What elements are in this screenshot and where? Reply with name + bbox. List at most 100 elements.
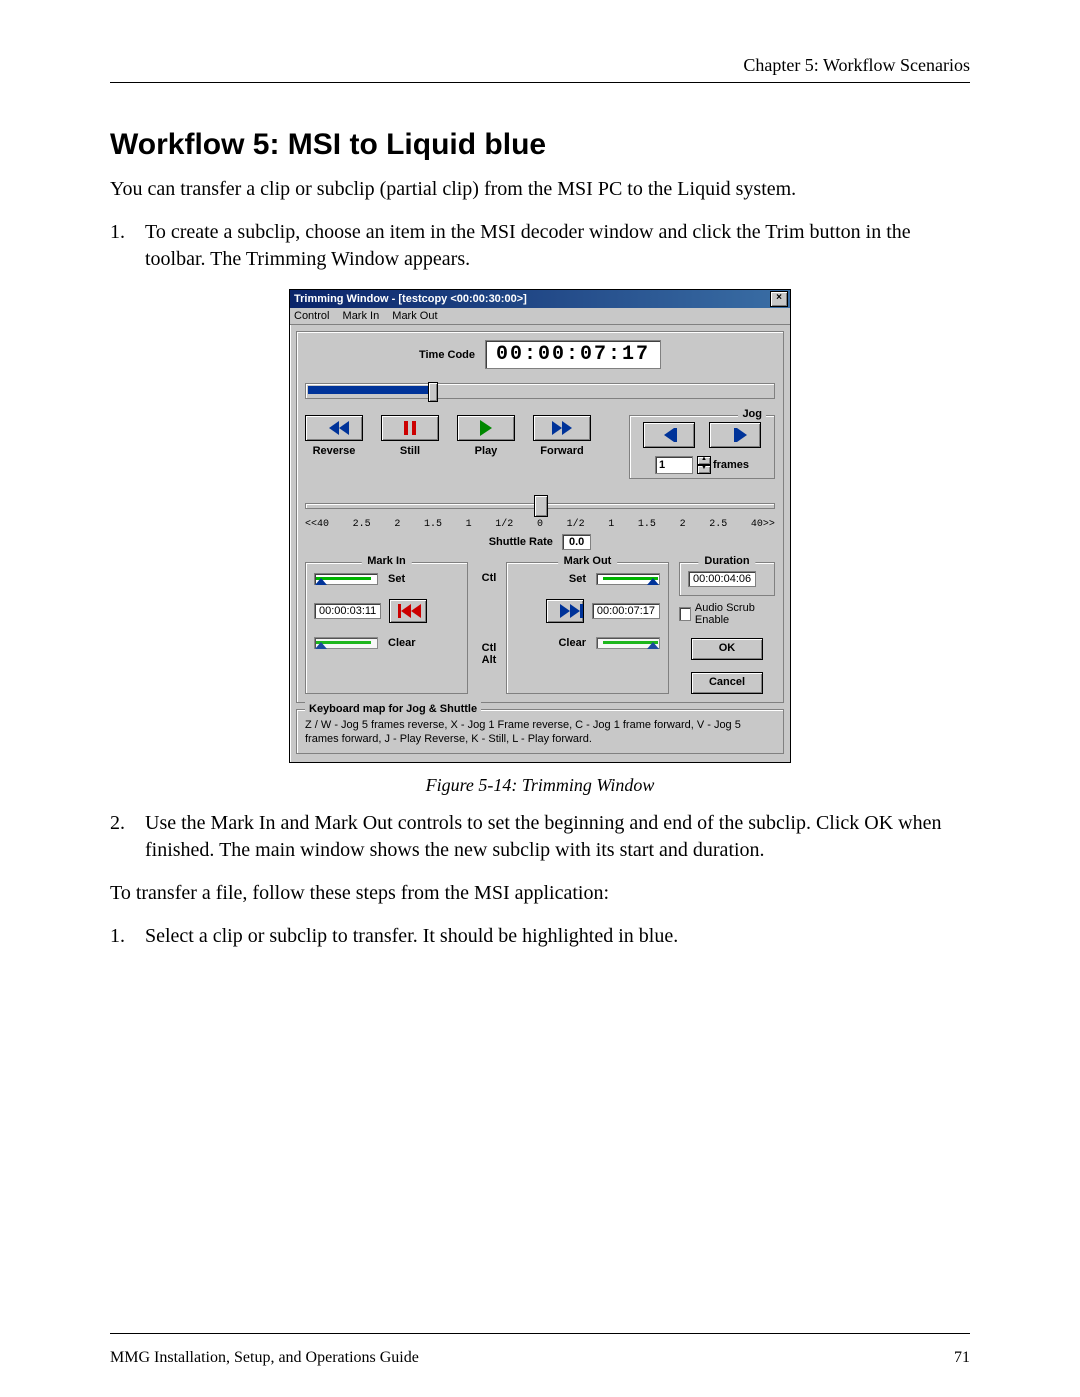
tick: <<40 — [305, 519, 329, 530]
reverse-label: Reverse — [313, 445, 356, 457]
keyboard-map-section: Keyboard map for Jog & Shuttle Z / W - J… — [296, 709, 784, 754]
keyboard-map-text: Z / W - Jog 5 frames reverse, X - Jog 1 … — [305, 718, 775, 747]
mark-out-clear-bar — [596, 637, 660, 649]
shuttle-rate-value: 0.0 — [562, 534, 591, 550]
menu-control[interactable]: Control — [294, 310, 329, 322]
position-thumb-icon[interactable] — [428, 382, 438, 402]
header-rule — [110, 82, 970, 83]
footer-rule — [110, 1333, 970, 1334]
timecode-label: Time Code — [419, 349, 475, 361]
tick: 1.5 — [638, 519, 656, 530]
menubar: Control Mark In Mark Out — [290, 308, 790, 325]
jog-group: Jog 1 ▲▼ frames — [629, 415, 775, 479]
menu-mark-out[interactable]: Mark Out — [392, 310, 437, 322]
play-label: Play — [475, 445, 498, 457]
transport-row: Reverse Still Play Forward — [305, 415, 775, 479]
audio-scrub-label: Audio Scrub Enable — [695, 602, 775, 626]
tick: 2.5 — [709, 519, 727, 530]
chapter-header: Chapter 5: Workflow Scenarios — [110, 55, 970, 76]
tick: 1/2 — [495, 519, 513, 530]
mark-in-legend: Mark In — [361, 555, 412, 567]
shuttle-knob-icon[interactable] — [534, 495, 548, 517]
mark-out-section: Mark Out Set 00:00:07:17 Clear — [506, 562, 669, 694]
mark-out-skip-button[interactable] — [546, 599, 584, 623]
ctl-column: Ctl Ctl Alt — [478, 562, 500, 694]
jog-legend: Jog — [738, 408, 766, 420]
shuttle-rate-row: Shuttle Rate 0.0 — [305, 536, 775, 548]
transport-main: Reverse Still Play Forward — [305, 415, 591, 457]
forward-label: Forward — [540, 445, 583, 457]
mark-in-clear-bar — [314, 637, 378, 649]
jog-forward-icon — [734, 428, 737, 442]
forward-button[interactable] — [533, 415, 591, 441]
shuttle-slider[interactable] — [305, 497, 775, 513]
tick: 2.5 — [353, 519, 371, 530]
reverse-icon — [329, 421, 339, 435]
jog-frames-label: frames — [713, 459, 749, 471]
tick: 1/2 — [567, 519, 585, 530]
skip-forward-icon — [560, 604, 570, 618]
step-number: 1. — [110, 923, 145, 950]
mark-in-set-label: Set — [388, 573, 405, 585]
timecode-value: 00:00:07:17 — [485, 340, 661, 369]
jog-frames-spinner[interactable]: ▲▼ — [697, 456, 709, 474]
footer-page-number: 71 — [954, 1349, 970, 1367]
tick: 1 — [608, 519, 614, 530]
step-text: To create a subclip, choose an item in t… — [145, 219, 970, 273]
duration-value: 00:00:04:06 — [688, 571, 756, 587]
tick: 40>> — [751, 519, 775, 530]
mark-in-skip-button[interactable] — [389, 599, 427, 623]
play-button[interactable] — [457, 415, 515, 441]
mark-out-timecode[interactable]: 00:00:07:17 — [592, 603, 660, 619]
position-slider[interactable] — [305, 383, 775, 399]
audio-scrub-row[interactable]: Audio Scrub Enable — [679, 602, 775, 626]
still-label: Still — [400, 445, 420, 457]
main-panel: Time Code 00:00:07:17 Reverse — [296, 331, 784, 703]
step-number: 1. — [110, 219, 145, 273]
ctl-alt-label: Ctl Alt — [478, 642, 500, 666]
mark-in-timecode[interactable]: 00:00:03:11 — [314, 603, 381, 619]
footer-left: MMG Installation, Setup, and Operations … — [110, 1349, 419, 1367]
figure-wrap: Trimming Window - [testcopy <00:00:30:00… — [110, 289, 970, 763]
still-button[interactable] — [381, 415, 439, 441]
shuttle-ticks: <<40 2.5 2 1.5 1 1/2 0 1/2 1 1.5 2 2.5 4… — [305, 519, 775, 530]
bottom-row: Mark In Set 00:00:03:11 Clear — [305, 562, 775, 694]
close-icon[interactable]: × — [770, 291, 788, 307]
transfer-step-1: 1. Select a clip or subclip to transfer.… — [110, 923, 970, 950]
keyboard-map-legend: Keyboard map for Jog & Shuttle — [305, 702, 481, 716]
menu-mark-in[interactable]: Mark In — [343, 310, 380, 322]
titlebar[interactable]: Trimming Window - [testcopy <00:00:30:00… — [290, 290, 790, 308]
ok-button[interactable]: OK — [691, 638, 763, 660]
trimming-window: Trimming Window - [testcopy <00:00:30:00… — [289, 289, 791, 763]
forward-icon — [562, 421, 572, 435]
window-title: Trimming Window - [testcopy <00:00:30:00… — [294, 293, 770, 305]
jog-forward-button[interactable] — [709, 422, 761, 448]
step-text: Select a clip or subclip to transfer. It… — [145, 923, 678, 950]
jog-back-button[interactable] — [643, 422, 695, 448]
position-fill — [308, 386, 430, 394]
step-text: Use the Mark In and Mark Out controls to… — [145, 810, 970, 864]
cancel-button[interactable]: Cancel — [691, 672, 763, 694]
duration-legend: Duration — [698, 555, 755, 567]
intro-paragraph: You can transfer a clip or subclip (part… — [110, 176, 970, 203]
mark-in-clear-label: Clear — [388, 637, 416, 649]
pause-icon — [404, 421, 408, 435]
reverse-button[interactable] — [305, 415, 363, 441]
jog-frames-input[interactable]: 1 — [655, 456, 693, 474]
shuttle-rate-label: Shuttle Rate — [489, 536, 553, 548]
section-heading: Workflow 5: MSI to Liquid blue — [110, 128, 970, 162]
transfer-paragraph: To transfer a file, follow these steps f… — [110, 880, 970, 907]
mark-out-legend: Mark Out — [558, 555, 618, 567]
footer: MMG Installation, Setup, and Operations … — [110, 1349, 970, 1367]
skip-back-icon — [398, 604, 401, 618]
tick: 0 — [537, 519, 543, 530]
checkbox-icon[interactable] — [679, 607, 691, 621]
tick: 2 — [394, 519, 400, 530]
tick: 2 — [680, 519, 686, 530]
tick: 1 — [466, 519, 472, 530]
step-number: 2. — [110, 810, 145, 864]
mark-in-bar — [314, 573, 378, 585]
mark-out-clear-label: Clear — [558, 637, 586, 649]
ctl-label-1: Ctl — [478, 572, 500, 584]
duration-section: Duration 00:00:04:06 — [679, 562, 775, 596]
